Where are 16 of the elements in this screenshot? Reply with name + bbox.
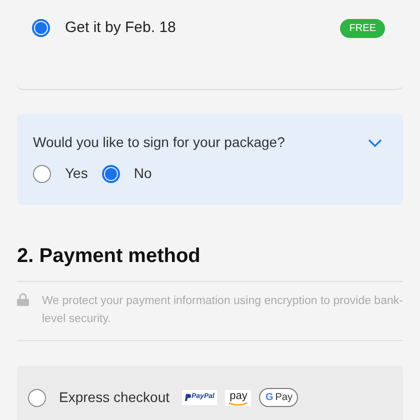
radio-button[interactable]: [28, 388, 46, 406]
radio-label: No: [134, 164, 152, 183]
radio-button[interactable]: [33, 164, 51, 182]
radio-label: Yes: [65, 164, 88, 183]
radio-button[interactable]: [102, 164, 120, 182]
lock-icon: [17, 293, 29, 306]
chevron-icon[interactable]: [367, 138, 383, 148]
free-badge: FREE: [340, 18, 385, 38]
amazon-pay-logo: pay: [225, 390, 252, 406]
radio-button[interactable]: [32, 19, 50, 38]
section-heading: 2. Payment method: [17, 244, 202, 269]
signature-question: Would you like to sign for your package?: [33, 133, 285, 152]
delivery-option-label: Get it by Feb. 18: [65, 18, 176, 38]
payment-option-label: Express checkout: [59, 388, 170, 407]
security-note: We protect your payment information using encryption to provide bank-level security.: [42, 294, 403, 327]
google-pay-logo: G Pay: [259, 388, 298, 407]
